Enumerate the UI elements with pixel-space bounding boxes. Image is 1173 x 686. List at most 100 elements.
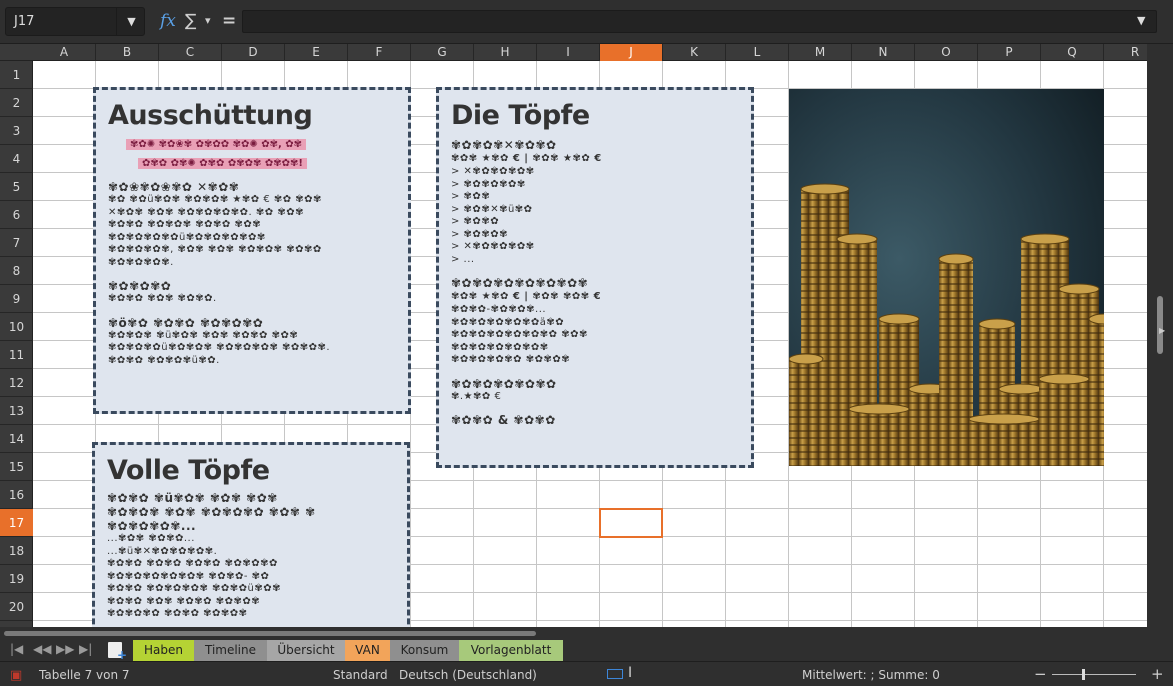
- sheet-tab-van[interactable]: VAN: [345, 640, 390, 661]
- column-header-n[interactable]: N: [852, 44, 915, 61]
- chevron-down-icon[interactable]: ▼: [116, 8, 146, 35]
- row-header-19[interactable]: 19: [0, 565, 33, 593]
- first-sheet-icon[interactable]: |◀: [10, 642, 23, 656]
- column-headers: ABCDEFGHIJKLMNOPQR: [0, 44, 1167, 61]
- previous-sheet-icon[interactable]: ◀◀: [33, 642, 51, 656]
- selected-cell-cursor[interactable]: [599, 508, 663, 538]
- sheet-tab-konsum[interactable]: Konsum: [390, 640, 459, 661]
- sheet-tab-übersicht[interactable]: Übersicht: [267, 640, 345, 661]
- panel-ausschuettung: Ausschüttung ✾✿✺ ✾✿❀✾ ✿✾✿✿ ✾✿✺ ✿✾, ✿✾ ✿✾…: [93, 87, 411, 414]
- row-header-18[interactable]: 18: [0, 537, 33, 565]
- zoom-out-icon[interactable]: −: [1034, 665, 1047, 683]
- column-header-h[interactable]: H: [474, 44, 537, 61]
- column-header-f[interactable]: F: [348, 44, 411, 61]
- row-header-8[interactable]: 8: [0, 257, 33, 285]
- column-header-g[interactable]: G: [411, 44, 474, 61]
- coin-top: [878, 313, 920, 325]
- row-header-5[interactable]: 5: [0, 173, 33, 201]
- add-sheet-icon[interactable]: [108, 642, 127, 662]
- bullet-item: > ...: [451, 253, 475, 265]
- row-header-7[interactable]: 7: [0, 229, 33, 257]
- row-header-14[interactable]: 14: [0, 425, 33, 453]
- column-header-c[interactable]: C: [159, 44, 222, 61]
- column-header-i[interactable]: I: [537, 44, 600, 61]
- text-line: ✾✿✾✿ ✾✿✾✿ ✾✿✾✿ ✾✿✾✿✾✿: [107, 558, 278, 569]
- sheet-grid[interactable]: Ausschüttung ✾✿✺ ✾✿❀✾ ✿✾✿✿ ✾✿✺ ✿✾, ✿✾ ✿✾…: [33, 61, 1147, 627]
- text-line: ✕✾✿✾ ✾✿✾ ✾✿✾✿✾✿✾✿. ✾✿ ✾✿✾: [108, 206, 304, 218]
- next-sheet-icon[interactable]: ▶▶: [56, 642, 74, 656]
- column-header-d[interactable]: D: [222, 44, 285, 61]
- text-line: ✾✿✾✿ ✾✿✾✿✾✿✾ ✾✿✾✿ü✾✿✾: [107, 583, 282, 594]
- sum-icon[interactable]: ∑: [185, 9, 196, 33]
- zoom-in-icon[interactable]: +: [1151, 665, 1164, 683]
- coin-top: [1020, 233, 1070, 245]
- bullet-item: > ✾✿✾✿✾✿✾: [451, 178, 526, 190]
- coin-stack: [1039, 379, 1089, 466]
- coin-stack: [849, 409, 909, 466]
- coin-top: [800, 183, 850, 195]
- sum-dropdown-icon[interactable]: ▾: [205, 9, 211, 33]
- column-header-j[interactable]: J: [600, 44, 663, 61]
- text-line: ✾✿✾✿ ✾✿✾ ✾✿✾✿ ✾✿✾✿✾: [107, 595, 261, 607]
- last-sheet-icon[interactable]: ▶|: [79, 642, 92, 656]
- equals-icon[interactable]: =: [222, 9, 236, 33]
- row-header-4[interactable]: 4: [0, 145, 33, 173]
- sheet-tab-timeline[interactable]: Timeline: [194, 640, 267, 661]
- text-line: ✾✿✾✿✾✿✾✿✾✿✾✿ ✾✿✾: [451, 329, 588, 340]
- language[interactable]: Deutsch (Deutschland): [399, 668, 537, 682]
- row-header-2[interactable]: 2: [0, 89, 33, 117]
- expand-formula-icon[interactable]: ▼: [1137, 14, 1145, 27]
- row-header-10[interactable]: 10: [0, 313, 33, 341]
- row-header-15[interactable]: 15: [0, 453, 33, 481]
- function-wizard-icon[interactable]: fx: [160, 9, 176, 33]
- row-header-16[interactable]: 16: [0, 481, 33, 509]
- column-header-q[interactable]: Q: [1041, 44, 1104, 61]
- zoom-slider-handle[interactable]: [1082, 669, 1085, 680]
- column-header-o[interactable]: O: [915, 44, 978, 61]
- text-line: ✾✿✾✿✾✿✾.: [108, 256, 174, 268]
- formula-input[interactable]: [242, 10, 1157, 33]
- page-style[interactable]: Standard: [333, 668, 388, 682]
- selection-mode-icon[interactable]: [607, 669, 623, 679]
- row-header-12[interactable]: 12: [0, 369, 33, 397]
- selection-summary: Mittelwert: ; Summe: 0: [802, 668, 940, 682]
- column-header-e[interactable]: E: [285, 44, 348, 61]
- coin-stack: [939, 259, 973, 466]
- coin-stack: [969, 419, 1039, 466]
- row-header-13[interactable]: 13: [0, 397, 33, 425]
- row-header-3[interactable]: 3: [0, 117, 33, 145]
- save-status-icon[interactable]: ▣: [10, 668, 22, 683]
- bullet-item: > ✾✿✾✿✾: [451, 228, 508, 240]
- row-header-11[interactable]: 11: [0, 341, 33, 369]
- name-box[interactable]: J17 ▼: [5, 7, 145, 36]
- column-header-l[interactable]: L: [726, 44, 789, 61]
- column-header-m[interactable]: M: [789, 44, 852, 61]
- chevron-right-icon[interactable]: ▶: [1159, 326, 1165, 335]
- text-line: ✾ö✾✿ ✾✿✾✿ ✾✿✾✿✾✿: [108, 315, 264, 330]
- column-header-k[interactable]: K: [663, 44, 726, 61]
- text-line: ✾✿✾✿✾ ✾✿✾ ✾✿✾✿✾✿ ✾✿✾ ✾: [107, 505, 316, 519]
- coin-stacks-image[interactable]: [789, 89, 1104, 466]
- vertical-scrollbar[interactable]: ▶: [1147, 44, 1173, 627]
- scrollbar-thumb[interactable]: [1157, 296, 1163, 354]
- column-header-b[interactable]: B: [96, 44, 159, 61]
- text-line: ✾✿✾✿✾✿✾...: [107, 519, 197, 533]
- row-header-1[interactable]: 1: [0, 61, 33, 89]
- bullet-item: > ✾✿✾✿: [451, 216, 500, 227]
- scrollbar-thumb[interactable]: [4, 631, 536, 636]
- text-line: ✾✿✾✿-✾✿✾✿✾...: [451, 304, 547, 315]
- bullet-item: > ✕✾✿✾✿✾✿✾: [451, 241, 535, 252]
- highlight-text: ✿✾✿ ✿✾✺ ✿✾✿ ✿✾✿✾ ✿✾✿✾!: [138, 158, 307, 169]
- sheet-tab-vorlagenblatt[interactable]: Vorlagenblatt: [459, 640, 563, 661]
- sheet-info: Tabelle 7 von 7: [39, 668, 130, 682]
- sheet-tab-haben[interactable]: Haben: [133, 640, 194, 661]
- horizontal-scrollbar[interactable]: [0, 627, 1173, 639]
- zoom-slider[interactable]: [1052, 674, 1136, 675]
- column-header-a[interactable]: A: [33, 44, 96, 61]
- row-header-20[interactable]: 20: [0, 593, 33, 621]
- column-header-p[interactable]: P: [978, 44, 1041, 61]
- row-header-9[interactable]: 9: [0, 285, 33, 313]
- text-line: ✾✿✾✿ ✾✿✾ ✾✿✾✿.: [108, 293, 217, 304]
- row-header-6[interactable]: 6: [0, 201, 33, 229]
- row-header-17[interactable]: 17: [0, 509, 33, 537]
